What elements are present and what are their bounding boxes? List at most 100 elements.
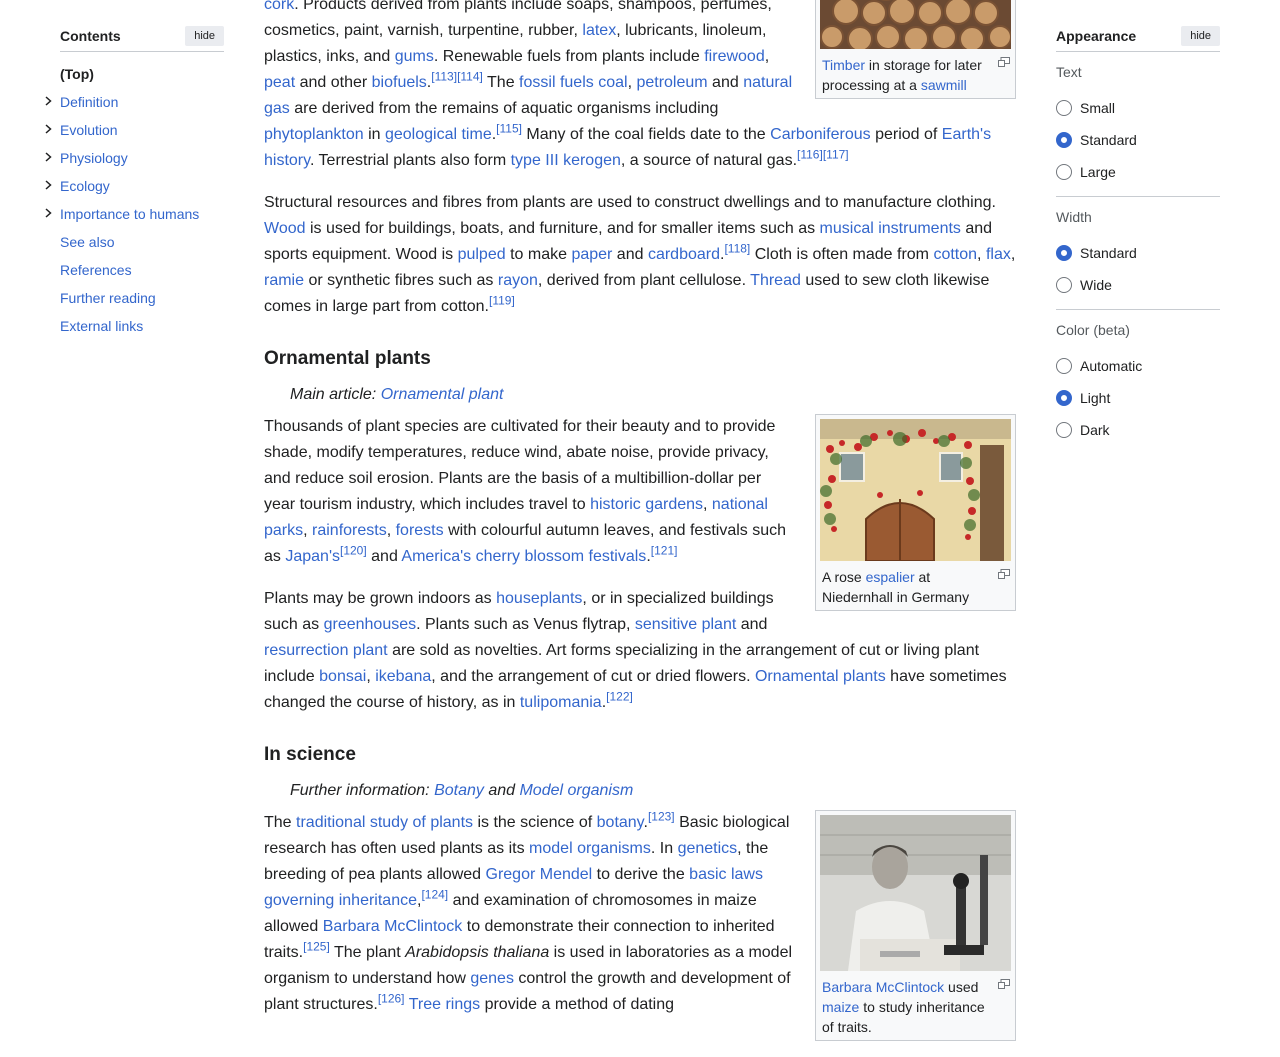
citation-link[interactable]: [126] — [378, 992, 405, 1006]
article-link[interactable]: latex — [582, 22, 616, 39]
radio-button[interactable] — [1056, 277, 1072, 293]
article-link[interactable]: Thread — [750, 272, 801, 289]
article-link[interactable]: peat — [264, 74, 295, 91]
width-option-standard[interactable]: Standard — [1056, 237, 1220, 269]
radio-button[interactable] — [1056, 390, 1072, 406]
citation-link[interactable]: [117] — [823, 148, 849, 162]
article-link[interactable]: resurrection plant — [264, 642, 388, 659]
radio-button[interactable] — [1056, 358, 1072, 374]
article-link[interactable]: firewood — [704, 48, 764, 65]
color-option-automatic[interactable]: Automatic — [1056, 350, 1220, 382]
citation-link[interactable]: [120] — [340, 544, 367, 558]
timber-image[interactable] — [820, 0, 1011, 49]
toc-item-further-reading[interactable]: Further reading — [60, 284, 224, 312]
article-link[interactable]: petroleum — [636, 74, 707, 91]
text-option-standard[interactable]: Standard — [1056, 124, 1220, 156]
article-link[interactable]: cork — [264, 0, 294, 13]
article-link[interactable]: botany — [597, 814, 644, 831]
article-link[interactable]: phytoplankton — [264, 126, 364, 143]
radio-button[interactable] — [1056, 132, 1072, 148]
maize-link[interactable]: maize — [822, 999, 859, 1015]
citation-link[interactable]: [116] — [797, 148, 823, 162]
article-link[interactable]: rayon — [498, 272, 538, 289]
article-link[interactable]: bonsai — [319, 668, 366, 685]
citation-link[interactable]: [122] — [606, 690, 633, 704]
article-link[interactable]: genes — [470, 970, 514, 987]
toc-item-label[interactable]: Further reading — [60, 290, 156, 306]
citation-link[interactable]: [121] — [651, 544, 678, 558]
article-link[interactable]: Ornamental plants — [755, 668, 886, 685]
article-link[interactable]: America's cherry blossom festivals — [401, 548, 646, 565]
toc-item-label[interactable]: Physiology — [60, 150, 128, 166]
article-link[interactable]: historic gardens — [590, 496, 703, 513]
color-option-dark[interactable]: Dark — [1056, 414, 1220, 446]
article-link[interactable]: tulipomania — [520, 694, 602, 711]
toc-item-external-links[interactable]: External links — [60, 312, 224, 340]
chevron-right-icon[interactable] — [42, 179, 54, 191]
article-link[interactable]: Model organism — [519, 782, 633, 799]
article-link[interactable]: type III kerogen — [511, 152, 621, 169]
article-link[interactable]: rainforests — [312, 522, 387, 539]
toc-item-label[interactable]: References — [60, 262, 132, 278]
radio-button[interactable] — [1056, 164, 1072, 180]
enlarge-icon[interactable] — [998, 57, 1010, 67]
article-link[interactable]: geological time — [385, 126, 492, 143]
article-link[interactable]: Barbara McClintock — [323, 918, 463, 935]
chevron-right-icon[interactable] — [42, 123, 54, 135]
article-link[interactable]: sensitive plant — [635, 616, 736, 633]
article-link[interactable]: Tree rings — [409, 996, 480, 1013]
article-link[interactable]: gums — [395, 48, 434, 65]
article-link[interactable]: fossil fuels — [519, 74, 594, 91]
mcclintock-photo[interactable] — [820, 815, 1011, 971]
article-link[interactable]: biofuels — [372, 74, 427, 91]
text-option-small[interactable]: Small — [1056, 92, 1220, 124]
article-link[interactable]: model organisms — [529, 840, 651, 857]
article-link[interactable]: genetics — [678, 840, 738, 857]
citation-link[interactable]: [124] — [421, 888, 448, 902]
article-link[interactable]: musical instruments — [820, 220, 961, 237]
toc-item-top[interactable]: (Top) — [60, 60, 224, 88]
toc-item-physiology[interactable]: Physiology — [45, 144, 224, 172]
toc-item-importance-to-humans[interactable]: Importance to humans — [45, 200, 224, 228]
article-link[interactable]: Ornamental plant — [381, 386, 504, 403]
article-link[interactable]: forests — [396, 522, 444, 539]
sawmill-link[interactable]: sawmill — [921, 77, 967, 93]
text-option-large[interactable]: Large — [1056, 156, 1220, 188]
toc-item-label[interactable]: Importance to humans — [60, 206, 199, 222]
article-link[interactable]: greenhouses — [324, 616, 417, 633]
radio-button[interactable] — [1056, 100, 1072, 116]
color-option-light[interactable]: Light — [1056, 382, 1220, 414]
article-link[interactable]: Botany — [434, 782, 484, 799]
toc-item-label[interactable]: See also — [60, 234, 114, 250]
toc-item-label[interactable]: Ecology — [60, 178, 110, 194]
toc-item-label[interactable]: External links — [60, 318, 143, 334]
espalier-link[interactable]: espalier — [866, 569, 915, 585]
timber-link[interactable]: Timber — [822, 57, 865, 73]
enlarge-icon[interactable] — [998, 569, 1010, 579]
citation-link[interactable]: [123] — [648, 810, 675, 824]
chevron-right-icon[interactable] — [42, 151, 54, 163]
article-link[interactable]: coal — [598, 74, 627, 91]
toc-item-definition[interactable]: Definition — [45, 88, 224, 116]
toc-item-ecology[interactable]: Ecology — [45, 172, 224, 200]
citation-link[interactable]: [114] — [457, 70, 483, 84]
article-link[interactable]: cotton — [933, 246, 977, 263]
chevron-right-icon[interactable] — [42, 95, 54, 107]
article-link[interactable]: cardboard — [648, 246, 720, 263]
toc-hide-button[interactable]: hide — [185, 25, 224, 46]
article-link[interactable]: flax — [986, 246, 1011, 263]
barbara-mcclintock-link[interactable]: Barbara McClintock — [822, 979, 944, 995]
article-link[interactable]: ikebana — [375, 668, 431, 685]
citation-link[interactable]: [113] — [431, 70, 457, 84]
article-link[interactable]: pulped — [458, 246, 506, 263]
width-option-wide[interactable]: Wide — [1056, 269, 1220, 301]
appearance-hide-button[interactable]: hide — [1181, 25, 1220, 46]
article-link[interactable]: houseplants — [496, 590, 582, 607]
citation-link[interactable]: [125] — [303, 940, 330, 954]
article-link[interactable]: ramie — [264, 272, 304, 289]
toc-item-see-also[interactable]: See also — [60, 228, 224, 256]
article-link[interactable]: Carboniferous — [770, 126, 871, 143]
radio-button[interactable] — [1056, 245, 1072, 261]
enlarge-icon[interactable] — [998, 979, 1010, 989]
article-link[interactable]: traditional study of plants — [296, 814, 473, 831]
